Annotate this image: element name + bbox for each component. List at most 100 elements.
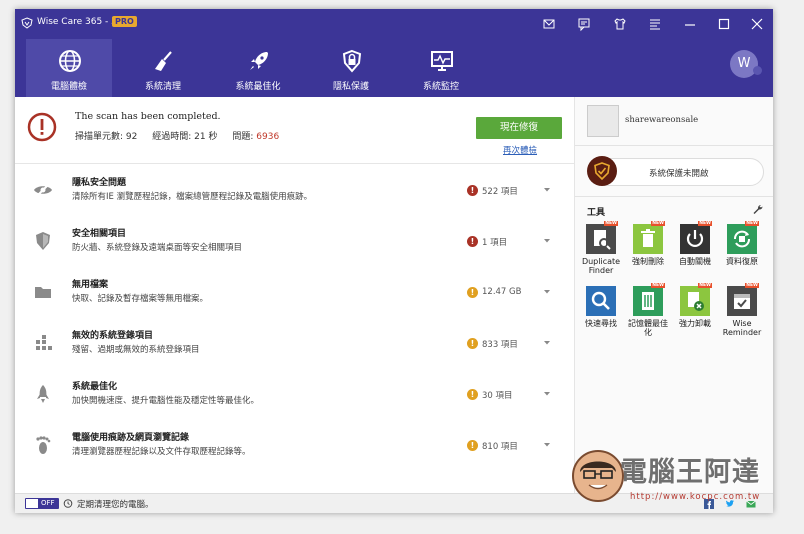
tab-monitor[interactable]: 系統監控 [398, 39, 484, 97]
alert-icon [27, 112, 57, 142]
issue-count: 30 項目 [482, 391, 513, 401]
issue-count: 522 項目 [482, 187, 518, 197]
chevron-down-icon[interactable] [543, 238, 551, 244]
shield-icon [36, 232, 50, 250]
new-tag: NEW [698, 283, 712, 288]
rocket-small-icon [37, 385, 49, 403]
close-icon[interactable] [749, 16, 765, 32]
new-tag: NEW [651, 221, 665, 226]
skin-shirt-icon[interactable] [612, 16, 628, 32]
rescan-link[interactable]: 再次體檢 [503, 144, 537, 156]
feedback-icon[interactable] [576, 16, 592, 32]
tab-label: 系統最佳化 [235, 82, 281, 92]
issue-row-traces[interactable]: 電腦使用痕跡及網頁瀏覽記錄 清理瀏覽器歷程記錄以及文件存取歷程記錄等。 ! 81… [15, 421, 574, 471]
issue-row-security[interactable]: 安全相關項目 防火牆、系統登錄及遠端桌面等安全相關項目 ! 1 項目 [15, 217, 574, 267]
issues-value: 6936 [256, 132, 280, 142]
tool-label: 快速尋找 [585, 319, 617, 328]
tool-data-recovery[interactable]: NEW 資料復原 [720, 221, 764, 266]
chevron-down-icon[interactable] [543, 289, 551, 295]
issue-count: 833 項目 [482, 340, 518, 350]
duplicate-finder-icon: NEW [586, 221, 618, 254]
pro-badge: PRO [112, 16, 137, 27]
schedule-toggle[interactable]: OFF [25, 498, 59, 509]
wrench-icon[interactable] [752, 204, 763, 215]
title-bar: Wise Care 365 - 5.3.2 PRO [15, 9, 773, 39]
tool-auto-shutdown[interactable]: NEW 自動關機 [673, 221, 717, 266]
issue-title: 無用檔案 [72, 280, 109, 290]
time-label: 經過時間: [152, 132, 192, 142]
fix-now-button[interactable]: 現在修復 [476, 117, 562, 139]
tab-label: 系統清理 [144, 82, 181, 92]
issue-title: 電腦使用痕跡及網頁瀏覽記錄 [72, 433, 190, 443]
system-protection-button[interactable]: 系統保護未開啟 [587, 156, 764, 186]
uninstall-icon: NEW [680, 283, 712, 316]
user-profile-picture[interactable] [587, 105, 619, 137]
user-name: sharewareonsale [625, 115, 699, 125]
tab-checkup[interactable]: 電腦體檢 [26, 39, 112, 97]
schedule-text: 定期清理您的電腦。 [77, 500, 154, 510]
issue-count: 12.47 GB [482, 287, 522, 297]
issue-row-registry[interactable]: 無效的系統登錄項目 殘留、過期或無效的系統登錄項目 ! 833 項目 [15, 319, 574, 369]
issue-title: 無效的系統登錄項目 [72, 331, 154, 341]
danger-badge-icon: ! [467, 236, 478, 247]
issue-title: 安全相關項目 [72, 229, 127, 239]
chevron-down-icon[interactable] [543, 187, 551, 193]
broom-icon [155, 51, 172, 71]
tool-quick-search[interactable]: 快速尋找 [579, 286, 623, 328]
tab-privacy[interactable]: 隱私保護 [308, 39, 394, 97]
footprint-icon [36, 436, 51, 454]
warning-badge-icon: ! [467, 389, 478, 400]
issue-row-optimization[interactable]: 系統最佳化 加快開機速度、提升電腦性能及穩定性等最佳化。 ! 30 項目 [15, 370, 574, 420]
tools-heading: 工具 [587, 208, 606, 218]
scan-stats: 掃描單元數: 92 經過時間: 21 秒 問題: 6936 [75, 129, 291, 142]
eye-off-icon [34, 182, 52, 198]
chevron-down-icon[interactable] [543, 391, 551, 397]
new-tag: NEW [651, 283, 665, 288]
issues-label: 問題: [232, 132, 254, 142]
folder-icon [35, 287, 51, 298]
chevron-down-icon[interactable] [543, 442, 551, 448]
tab-optimizer[interactable]: 系統最佳化 [215, 39, 301, 97]
issue-row-privacy[interactable]: 隱私安全問題 清除所有IE 瀏覽歷程記錄，檔案總管歷程記錄及電腦使用痕跡。 ! … [15, 166, 574, 216]
tool-label: 自動關機 [679, 257, 711, 266]
menu-icon[interactable] [647, 16, 663, 32]
tool-duplicate-finder[interactable]: NEW Duplicate Finder [579, 221, 623, 275]
issue-desc: 清除所有IE 瀏覽歷程記錄，檔案總管歷程記錄及電腦使用痕跡。 [72, 192, 313, 202]
issue-count: 810 項目 [482, 442, 518, 452]
divider [575, 196, 773, 197]
issue-row-junk-files[interactable]: 無用檔案 快取、記錄及暫存檔案等無用檔案。 ! 12.47 GB [15, 268, 574, 318]
tab-cleaner[interactable]: 系統清理 [120, 39, 206, 97]
rocket-icon [250, 52, 268, 70]
items-label: 掃描單元數: [75, 132, 124, 142]
mail-icon[interactable] [541, 16, 557, 32]
search-icon [586, 286, 616, 316]
tab-label: 系統監控 [422, 82, 459, 92]
mascot-face-icon [572, 450, 624, 502]
watermark: 電腦王阿達 http://www.kocpc.com.tw [572, 444, 762, 510]
avatar-status-dot [753, 66, 762, 75]
maximize-icon[interactable] [716, 16, 732, 32]
issue-title: 隱私安全問題 [72, 178, 127, 188]
new-tag: NEW [745, 221, 759, 226]
globe-scan-icon [59, 50, 81, 72]
tool-memory-optimizer[interactable]: NEW 記憶體最佳化 [626, 283, 670, 337]
tool-label: Duplicate Finder [581, 257, 621, 275]
chevron-down-icon[interactable] [543, 340, 551, 346]
right-sidebar: sharewareonsale 系統保護未開啟 工具 NEW Duplicate… [575, 97, 773, 493]
main-nav: 電腦體檢 系統清理 系統最佳化 隱私保護 系統監控 W [15, 39, 773, 97]
issue-title: 系統最佳化 [72, 382, 118, 392]
tool-label: 資料復原 [726, 257, 758, 266]
watermark-url: http://www.kocpc.com.tw [630, 492, 761, 502]
checkup-panel: The scan has been completed. 掃描單元數: 92 經… [15, 97, 575, 493]
scan-summary: The scan has been completed. 掃描單元數: 92 經… [15, 97, 574, 164]
power-icon: NEW [680, 221, 712, 254]
issue-count: 1 項目 [482, 238, 508, 248]
minimize-icon[interactable] [682, 16, 698, 32]
new-tag: NEW [698, 221, 712, 226]
alarm-clock-icon [63, 499, 73, 508]
tool-label: Wise Reminder [722, 319, 762, 337]
tool-force-uninstall[interactable]: NEW 強力卸載 [673, 283, 717, 328]
tool-force-delete[interactable]: NEW 強制刪除 [626, 221, 670, 266]
tool-wise-reminder[interactable]: NEW Wise Reminder [720, 283, 764, 337]
scan-status-title: The scan has been completed. [75, 111, 221, 122]
